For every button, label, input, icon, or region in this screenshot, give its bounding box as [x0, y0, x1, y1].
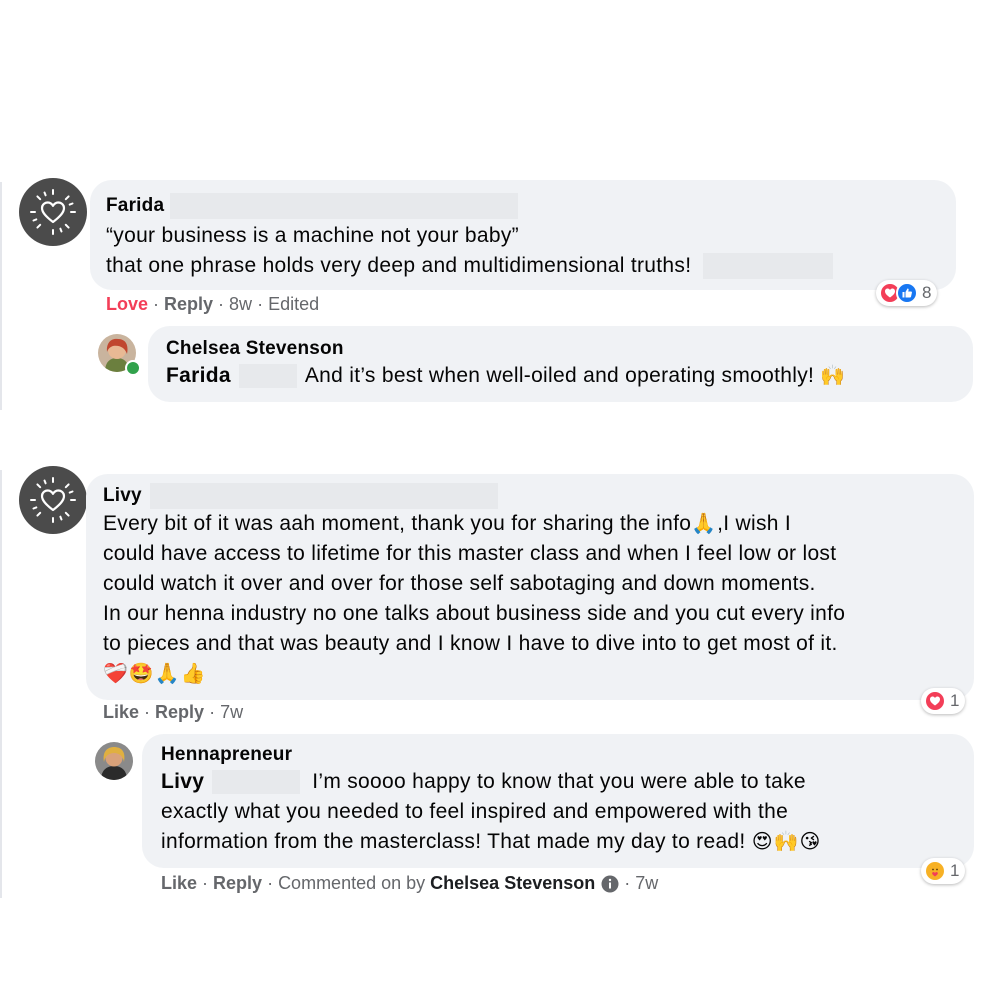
reply-button[interactable]: Reply	[213, 873, 262, 894]
commented-on-by-label: Commented on by	[278, 873, 426, 893]
raised-hands-emoji: 🙌	[820, 365, 847, 387]
reply-text-line: Livy I’m soooo happy to know that you wer…	[161, 767, 974, 797]
online-status-dot	[125, 360, 141, 376]
reply-author[interactable]: Chelsea Stevenson	[166, 338, 973, 360]
reply-bubble: Chelsea Stevenson Farida And it’s best wh…	[148, 326, 973, 402]
reply-button[interactable]: Reply	[155, 702, 204, 722]
comment-actions: Like · Reply · 7w	[103, 702, 244, 722]
reaction-count: 1	[950, 691, 960, 710]
comment-text-line: In our henna industry no one talks about…	[103, 602, 846, 625]
redacted-name	[149, 483, 498, 509]
reply-actions: Like · Reply · Commented on by Chelsea Steve…	[161, 873, 659, 894]
comment-bubble: Livy Every bit of it was aah moment, tha…	[86, 474, 974, 700]
reaction-badge[interactable]: 8	[876, 280, 938, 306]
thread-line	[0, 182, 2, 410]
reaction-count: 8	[922, 283, 932, 302]
reply-text-line: exactly what you needed to feel inspired…	[161, 800, 789, 823]
info-icon[interactable]	[601, 875, 619, 893]
reply-text-line: information from the masterclass! That m…	[161, 827, 974, 857]
comment-text: ,I wish I	[717, 512, 792, 535]
avatar[interactable]	[95, 742, 133, 780]
reaction-count: 1	[950, 861, 960, 880]
comment-time[interactable]: 8w	[229, 294, 252, 314]
comment-text: that one phrase holds very deep and mult…	[106, 254, 692, 277]
like-button[interactable]: Like	[161, 873, 197, 894]
comment-author[interactable]: Livy	[103, 485, 142, 507]
comment-author[interactable]: Farida	[106, 195, 164, 217]
reply-author[interactable]: Hennapreneur	[161, 744, 974, 766]
redacted-text	[703, 253, 834, 280]
reply-text: information from the masterclass! That m…	[161, 830, 746, 853]
comment-text-line: Every bit of it was aah moment, thank yo…	[103, 509, 974, 539]
commenter-name[interactable]: Chelsea Stevenson	[430, 873, 595, 894]
folded-hands-emoji: 🙏	[691, 513, 718, 535]
thumbs-up-icon	[896, 282, 918, 304]
comment-bubble: Farida “your business is a machine not y…	[90, 180, 956, 290]
comment-text: Every bit of it was aah moment, thank yo…	[103, 512, 692, 535]
redacted-name	[170, 193, 519, 219]
comment-header: Farida	[106, 193, 956, 219]
reaction-badge[interactable]: 1	[921, 858, 966, 884]
reply-time[interactable]: 7w	[635, 873, 658, 894]
comment-text-line: to pieces and that was beauty and I know…	[103, 632, 838, 655]
mention-link[interactable]: Farida	[166, 364, 231, 387]
edited-label[interactable]: Edited	[268, 294, 319, 314]
emoji-line: ❤️‍🩹🤩🙏👍	[103, 663, 207, 685]
comment-header: Livy	[103, 483, 974, 509]
thread-line	[0, 470, 2, 898]
comment-text-line: could have access to lifetime for this m…	[103, 542, 837, 565]
mention-link[interactable]: Livy	[161, 770, 204, 793]
reaction-badge[interactable]: 1	[921, 688, 966, 714]
heart-icon	[924, 690, 946, 712]
reply-bubble: Hennapreneur Livy I’m soooo happy to know…	[142, 734, 974, 868]
comment-text-line: could watch it over and over for those s…	[103, 572, 816, 595]
comment-text-line: that one phrase holds very deep and mult…	[106, 251, 956, 281]
reply-button[interactable]: Reply	[164, 294, 213, 314]
care-icon	[924, 860, 946, 882]
heart-sun-icon	[30, 189, 76, 235]
reply-text: And it’s best when well-oiled and operat…	[304, 364, 815, 387]
redacted-name	[212, 770, 301, 795]
avatar[interactable]	[19, 466, 87, 534]
avatar[interactable]	[19, 178, 87, 246]
comment-actions: Love · Reply · 8w · Edited	[106, 294, 320, 314]
emoji-group: 😍🙌😘	[751, 831, 822, 853]
redacted-name	[238, 364, 297, 389]
comment-time[interactable]: 7w	[220, 702, 243, 722]
reply-text: I’m soooo happy to know that you were ab…	[312, 770, 806, 793]
love-reaction-button[interactable]: Love	[106, 294, 148, 314]
comment-text-line: “your business is a machine not your bab…	[106, 224, 519, 247]
heart-sun-icon	[30, 477, 76, 523]
reply-text-line: Farida And it’s best when well-oiled and …	[166, 361, 973, 391]
like-button[interactable]: Like	[103, 702, 139, 722]
